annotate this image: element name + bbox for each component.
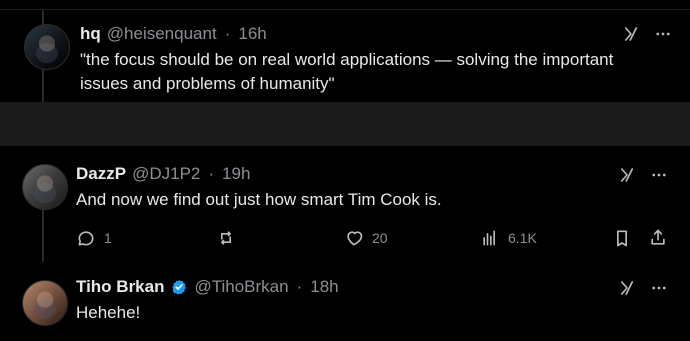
like-count: 20 xyxy=(372,230,388,246)
views-count: 6.1K xyxy=(508,230,537,246)
separator-dot: · xyxy=(296,277,303,296)
reply-icon xyxy=(76,228,96,248)
grok-icon[interactable] xyxy=(618,279,636,297)
post-tiho-header: Tiho Brkan @TihoBrkan · 18h xyxy=(76,277,339,297)
bookmark-action[interactable] xyxy=(612,226,632,250)
post-actions: 1 20 6.1K xyxy=(76,226,676,250)
post-text: And now we find out just how smart Tim C… xyxy=(76,190,442,209)
share-action[interactable] xyxy=(648,226,668,250)
author-handle[interactable]: @DJ1P2 xyxy=(132,164,200,184)
author-name[interactable]: DazzP xyxy=(76,164,126,184)
grok-icon[interactable] xyxy=(622,25,640,43)
grok-icon[interactable] xyxy=(618,166,636,184)
reply-count: 1 xyxy=(104,230,112,246)
more-icon[interactable] xyxy=(650,166,668,184)
repost-icon xyxy=(216,228,236,248)
author-handle[interactable]: @heisenquant xyxy=(107,24,217,44)
separator-dot: · xyxy=(224,24,231,43)
author-name[interactable]: Tiho Brkan xyxy=(76,277,164,297)
like-icon xyxy=(344,228,364,248)
views-action[interactable]: 6.1K xyxy=(480,226,537,250)
avatar-tiho[interactable] xyxy=(22,280,68,326)
top-strip xyxy=(0,0,690,10)
post-time[interactable]: 16h xyxy=(238,24,266,44)
post-text: "the focus should be on real world appli… xyxy=(80,50,614,93)
reply-action[interactable]: 1 xyxy=(76,226,112,250)
post-dazzp-header: DazzP @DJ1P2 · 19h xyxy=(76,164,250,184)
more-icon[interactable] xyxy=(654,25,672,43)
author-handle[interactable]: @TihoBrkan xyxy=(194,277,288,297)
avatar-hq[interactable] xyxy=(24,24,70,70)
repost-action[interactable] xyxy=(216,226,244,250)
post-hq-header: hq @heisenquant · 16h xyxy=(80,24,267,44)
avatar-dazzp[interactable] xyxy=(22,164,68,210)
thread-gap xyxy=(0,102,690,146)
separator-dot: · xyxy=(208,164,215,183)
post-time[interactable]: 19h xyxy=(222,164,250,184)
more-icon[interactable] xyxy=(650,279,668,297)
author-name[interactable]: hq xyxy=(80,24,101,44)
like-action[interactable]: 20 xyxy=(344,226,388,250)
post-text: Hehehe! xyxy=(76,303,141,322)
verified-badge-icon xyxy=(170,278,188,296)
views-icon xyxy=(480,228,500,248)
post-time[interactable]: 18h xyxy=(310,277,338,297)
share-icon xyxy=(648,228,668,248)
bookmark-icon xyxy=(612,228,632,248)
